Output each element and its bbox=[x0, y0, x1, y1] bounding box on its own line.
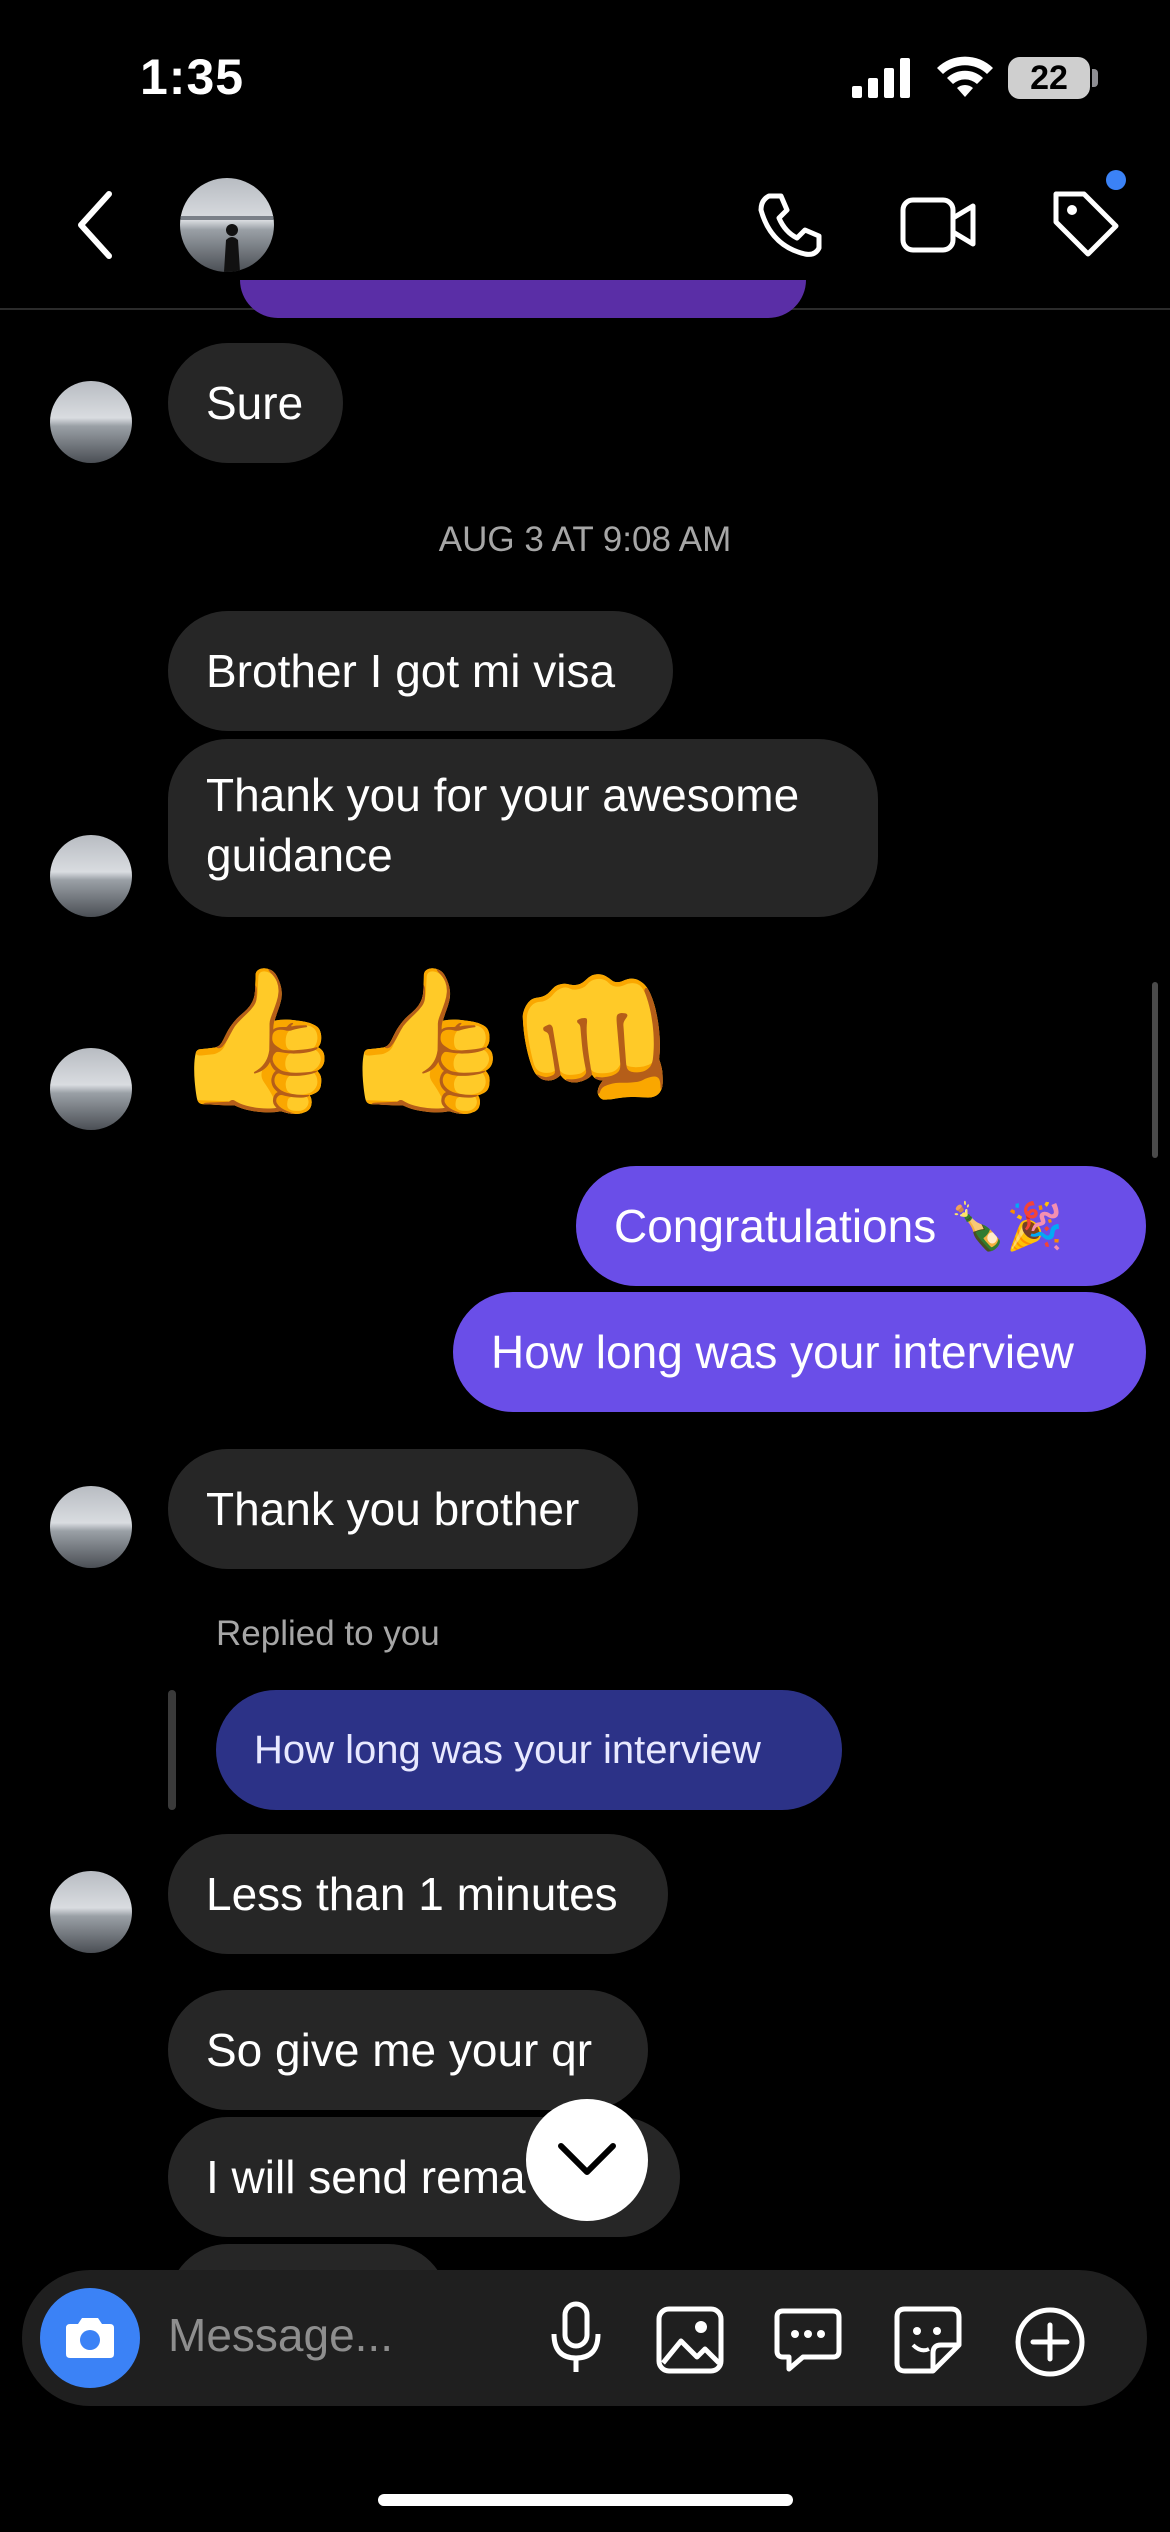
plus-circle-icon bbox=[1015, 2307, 1085, 2377]
battery-indicator: 22 bbox=[1008, 57, 1090, 99]
message-bubble[interactable]: Thank you for your awesome guidance bbox=[168, 739, 878, 917]
sender-avatar[interactable] bbox=[50, 1486, 132, 1568]
battery-tip bbox=[1092, 69, 1098, 87]
message-bubble[interactable]: Brother I got mi visa bbox=[168, 611, 673, 731]
image-icon bbox=[656, 2306, 724, 2374]
sender-avatar[interactable] bbox=[50, 1048, 132, 1130]
wifi-icon bbox=[937, 56, 993, 97]
sticker-icon bbox=[894, 2306, 962, 2374]
message-bubble[interactable]: Thank you brother bbox=[168, 1449, 638, 1569]
quoted-message[interactable]: How long was your interview bbox=[216, 1690, 842, 1810]
back-button[interactable] bbox=[60, 180, 130, 270]
microphone-icon bbox=[551, 2301, 601, 2372]
message-bubble[interactable]: So give me your qr bbox=[168, 1990, 648, 2110]
reply-quote-bar bbox=[168, 1690, 176, 1810]
chevron-left-icon bbox=[78, 191, 112, 259]
message-bubble-outgoing[interactable]: Congratulations 🍾🎉 bbox=[576, 1166, 1146, 1286]
message-bubble[interactable]: Sure bbox=[168, 343, 343, 463]
message-text-line: Thank you for your awesome bbox=[206, 769, 800, 821]
sender-avatar[interactable] bbox=[50, 835, 132, 917]
chevron-down-icon bbox=[558, 2143, 616, 2175]
phone-icon bbox=[758, 193, 822, 257]
video-camera-icon bbox=[900, 197, 975, 253]
video-call-button[interactable] bbox=[895, 180, 980, 270]
contact-avatar[interactable] bbox=[180, 178, 274, 272]
gallery-button[interactable] bbox=[650, 2300, 730, 2380]
scroll-to-bottom-button[interactable] bbox=[526, 2099, 648, 2221]
person-silhouette-icon bbox=[180, 216, 274, 272]
more-options-button[interactable] bbox=[1008, 2300, 1092, 2384]
tag-button[interactable] bbox=[1040, 178, 1130, 268]
home-indicator bbox=[378, 2494, 793, 2506]
previous-message-edge bbox=[240, 280, 806, 318]
emoji-message[interactable]: 👍👍👊 bbox=[170, 960, 681, 1120]
camera-button[interactable] bbox=[40, 2288, 140, 2388]
message-text-line: guidance bbox=[206, 829, 393, 881]
sender-avatar[interactable] bbox=[50, 1871, 132, 1953]
microphone-button[interactable] bbox=[540, 2295, 612, 2381]
message-bubble-outgoing[interactable]: How long was your interview bbox=[453, 1292, 1146, 1412]
notification-dot bbox=[1106, 170, 1126, 190]
message-bubble[interactable]: Less than 1 minutes bbox=[168, 1834, 668, 1954]
message-input[interactable]: Message... bbox=[168, 2308, 393, 2362]
reply-label: Replied to you bbox=[216, 1614, 440, 1653]
voice-call-button[interactable] bbox=[750, 180, 830, 270]
sender-avatar[interactable] bbox=[50, 381, 132, 463]
quick-reply-button[interactable] bbox=[768, 2300, 848, 2380]
tag-icon bbox=[1053, 191, 1119, 257]
date-separator: AUG 3 AT 9:08 AM bbox=[438, 520, 732, 559]
camera-icon bbox=[66, 2318, 114, 2358]
cellular-signal-icon bbox=[852, 58, 910, 98]
chat-bubble-icon bbox=[774, 2308, 842, 2372]
scrollbar[interactable] bbox=[1152, 982, 1158, 1158]
sticker-button[interactable] bbox=[888, 2300, 968, 2380]
status-time: 1:35 bbox=[140, 49, 245, 105]
